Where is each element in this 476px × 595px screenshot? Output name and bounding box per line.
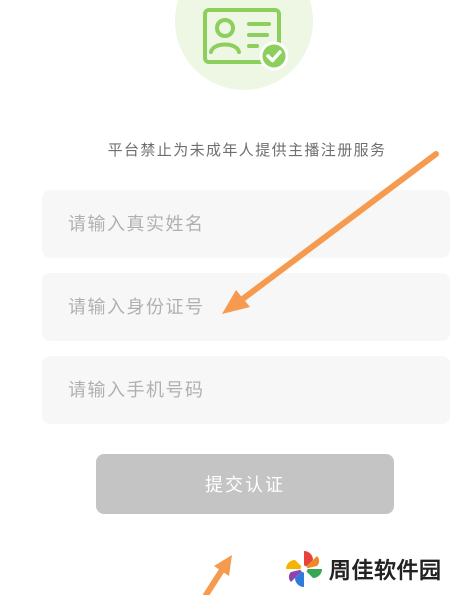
id-number-input[interactable] xyxy=(42,273,450,341)
real-name-field[interactable] xyxy=(42,190,450,258)
id-number-field[interactable] xyxy=(42,273,450,341)
age-restriction-notice: 平台禁止为未成年人提供主播注册服务 xyxy=(107,141,387,159)
phone-number-field[interactable] xyxy=(42,356,450,424)
id-card-verified-icon xyxy=(203,8,289,71)
arrow-to-submit-button xyxy=(203,555,232,595)
pinwheel-logo-icon xyxy=(286,551,322,587)
submit-verification-button[interactable]: 提交认证 xyxy=(96,454,394,514)
watermark: 周佳软件园 xyxy=(283,548,442,590)
phone-number-input[interactable] xyxy=(42,356,450,424)
watermark-text: 周佳软件园 xyxy=(329,559,442,584)
real-name-input[interactable] xyxy=(42,190,450,258)
